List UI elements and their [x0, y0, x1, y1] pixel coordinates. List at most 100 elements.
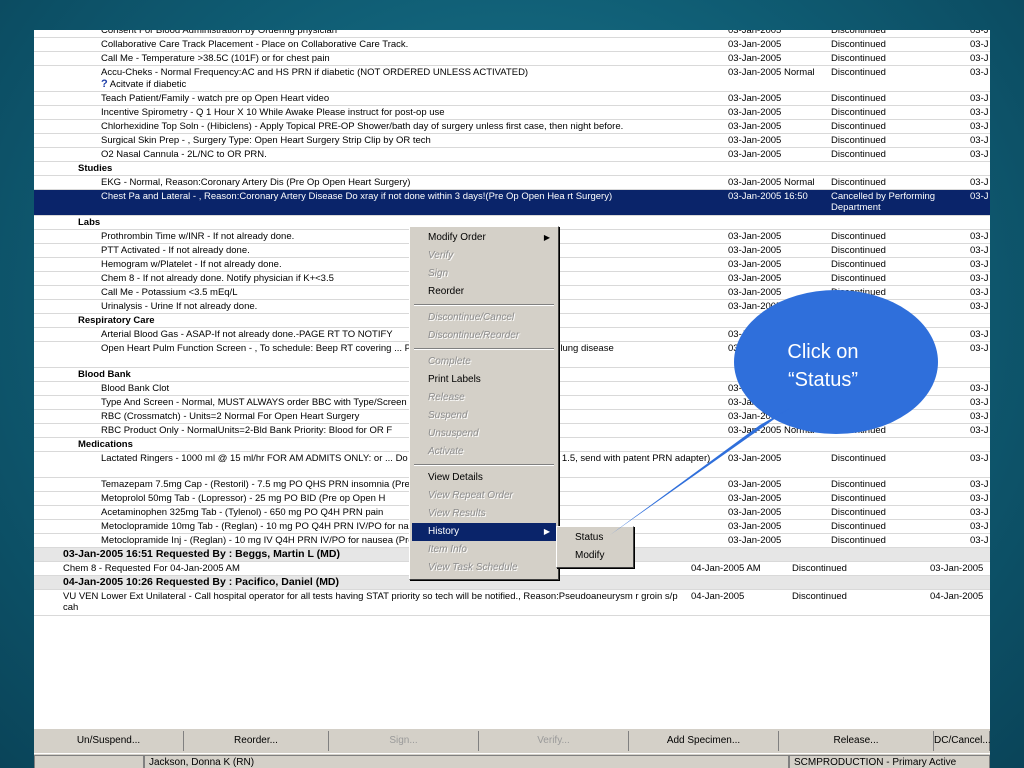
order-stop-date: 03-J: [970, 287, 989, 298]
menu-item-view-results[interactable]: View Results: [412, 505, 556, 523]
order-row[interactable]: Collaborative Care Track Placement - Pla…: [34, 38, 990, 51]
menu-separator: [414, 464, 554, 466]
order-text: Type And Screen - Normal, MUST ALWAYS or…: [101, 397, 407, 408]
toolbar-button-un-suspend[interactable]: Un/Suspend...: [34, 731, 184, 751]
order-text: Blood Bank Clot: [101, 383, 170, 394]
menu-item-sign[interactable]: Sign: [412, 265, 556, 283]
order-text: Consent For Blood Administration by Orde…: [101, 30, 338, 36]
order-date: 03-Jan-2005 Normal: [728, 397, 815, 408]
order-row[interactable]: Chlorhexidine Top Soln - (Hibiclens) - A…: [34, 120, 990, 133]
menu-item-verify[interactable]: Verify: [412, 247, 556, 265]
order-text: Call Me - Temperature >38.5C (101F) or f…: [101, 53, 330, 64]
order-row[interactable]: Incentive Spirometry - Q 1 Hour X 10 Whi…: [34, 106, 990, 119]
order-date: 03-Jan-2005: [728, 493, 782, 504]
order-date: 03-Jan-2005 16:50: [728, 191, 808, 202]
order-text: Teach Patient/Family - watch pre op Open…: [101, 93, 330, 104]
menu-separator: [414, 304, 554, 306]
toolbar-button-dc-cancel[interactable]: DC/Cancel...: [934, 731, 990, 751]
menu-item-reorder[interactable]: Reorder: [412, 283, 556, 301]
menu-item-print-labels[interactable]: Print Labels: [412, 371, 556, 389]
order-status: Discontinued: [831, 425, 886, 436]
order-row[interactable]: Teach Patient/Family - watch pre op Open…: [34, 92, 990, 105]
menu-item-label: Verify: [428, 250, 454, 261]
order-status: Discontinued: [831, 177, 886, 188]
menu-item-view-details[interactable]: View Details: [412, 469, 556, 487]
order-status: Discontinued: [831, 121, 886, 132]
order-status: Discontinued: [831, 67, 886, 78]
menu-item-label: Discontinue/Cancel: [428, 312, 515, 323]
toolbar-button-add-specimen[interactable]: Add Specimen...: [629, 731, 779, 751]
order-status: Discontinued: [831, 53, 886, 64]
order-text: Call Me - Potassium <3.5 mEq/L: [101, 287, 238, 298]
action-toolbar: Un/Suspend... Reorder... Sign... Verify... A…: [34, 728, 990, 753]
menu-item-view-repeat-order[interactable]: View Repeat Order: [412, 487, 556, 505]
menu-item-history[interactable]: History ▶: [412, 523, 556, 541]
order-date: 03-Jan-2005: [728, 149, 782, 160]
toolbar-button-sign[interactable]: Sign...: [329, 731, 479, 751]
order-stop-date: 03-J: [970, 259, 989, 270]
order-status: Discontinued: [831, 479, 886, 490]
order-date: 03-Jan-2005: [728, 39, 782, 50]
order-date: 03-Jan-2005: [728, 273, 782, 284]
menu-item-label: View Repeat Order: [428, 490, 513, 501]
order-date: 03-Jan-2005: [728, 30, 782, 36]
order-text: Urinalysis - Urine If not already done.: [101, 301, 258, 312]
order-text: Respiratory Care: [78, 315, 155, 326]
menu-item-view-task-schedule[interactable]: View Task Schedule: [412, 559, 556, 577]
order-stop-date: 03-J: [970, 53, 989, 64]
order-date: 03-Jan-2005: [728, 93, 782, 104]
order-stop-date: 03-J: [970, 425, 989, 436]
toolbar-button-release[interactable]: Release...: [779, 731, 934, 751]
order-stop-date: 03-J: [970, 383, 989, 394]
order-text: Acetaminophen 325mg Tab - (Tylenol) - 65…: [101, 507, 384, 518]
order-text: VU VEN Lower Ext Unilateral - Call hospi…: [63, 591, 678, 613]
order-stop-date: 04-Jan-2005: [930, 591, 984, 602]
menu-item-label: Suspend: [428, 410, 468, 421]
order-row[interactable]: VU VEN Lower Ext Unilateral - Call hospi…: [34, 590, 990, 615]
order-row[interactable]: EKG - Normal, Reason:Coronary Artery Dis…: [34, 176, 990, 189]
order-stop-date: 03-J: [970, 177, 989, 188]
menu-item-discontinue-cancel[interactable]: Discontinue/Cancel: [412, 309, 556, 327]
order-status: Discontinued: [831, 411, 886, 422]
menu-item-modify-order[interactable]: Modify Order ▶: [412, 229, 556, 247]
order-text: RBC (Crossmatch) - Units=2 Normal For Op…: [101, 411, 360, 422]
order-stop-date: 03-J: [970, 30, 989, 36]
submenu-item-status[interactable]: Status: [559, 529, 631, 547]
menu-item-activate[interactable]: Activate: [412, 443, 556, 461]
order-status: Discontinued: [831, 287, 886, 298]
menu-item-label: Release: [428, 392, 465, 403]
order-text: PTT Activated - If not already done.: [101, 245, 250, 256]
order-text: Labs: [78, 217, 101, 228]
order-stop-date: 03-J: [970, 149, 989, 160]
order-date: 03-Jan-2005: [728, 453, 782, 464]
order-status: Discontinued: [831, 493, 886, 504]
order-date: 03-Jan-2005: [728, 301, 782, 312]
order-stop-date: 03-J: [970, 411, 989, 422]
order-stop-date: 03-J: [970, 493, 989, 504]
order-status: Discontinued: [831, 149, 886, 160]
order-row[interactable]: Consent For Blood Administration by Orde…: [34, 30, 990, 37]
order-status: Discontinued: [831, 39, 886, 50]
order-status: Discontinued: [831, 259, 886, 270]
order-text: Open Heart Pulm Function Screen - , To s…: [101, 343, 614, 354]
menu-item-complete[interactable]: Complete: [412, 353, 556, 371]
toolbar-button-verify[interactable]: Verify...: [479, 731, 629, 751]
order-row[interactable]: Chest Pa and Lateral - , Reason:Coronary…: [34, 190, 990, 215]
toolbar-button-reorder[interactable]: Reorder...: [184, 731, 329, 751]
menu-item-label: History: [428, 526, 460, 537]
order-text: Chest Pa and Lateral - , Reason:Coronary…: [101, 191, 613, 202]
order-row[interactable]: Accu-Cheks - Normal Frequency:AC and HS …: [34, 66, 990, 91]
menu-item-label: Item Info: [428, 544, 467, 555]
menu-item-suspend[interactable]: Suspend: [412, 407, 556, 425]
menu-item-release[interactable]: Release: [412, 389, 556, 407]
submenu-item-modify[interactable]: Modify: [559, 547, 631, 565]
menu-item-item-info[interactable]: Item Info: [412, 541, 556, 559]
order-row[interactable]: O2 Nasal Cannula - 2L/NC to OR PRN. 03-Ja…: [34, 148, 990, 161]
order-text: Studies: [78, 163, 113, 174]
menu-item-discontinue-reorder[interactable]: Discontinue/Reorder: [412, 327, 556, 345]
order-status: Discontinued: [831, 93, 886, 104]
order-row[interactable]: Call Me - Temperature >38.5C (101F) or f…: [34, 52, 990, 65]
order-text: Arterial Blood Gas - ASAP-If not already…: [101, 329, 393, 340]
menu-item-unsuspend[interactable]: Unsuspend: [412, 425, 556, 443]
order-row[interactable]: Surgical Skin Prep - , Surgery Type: Ope…: [34, 134, 990, 147]
